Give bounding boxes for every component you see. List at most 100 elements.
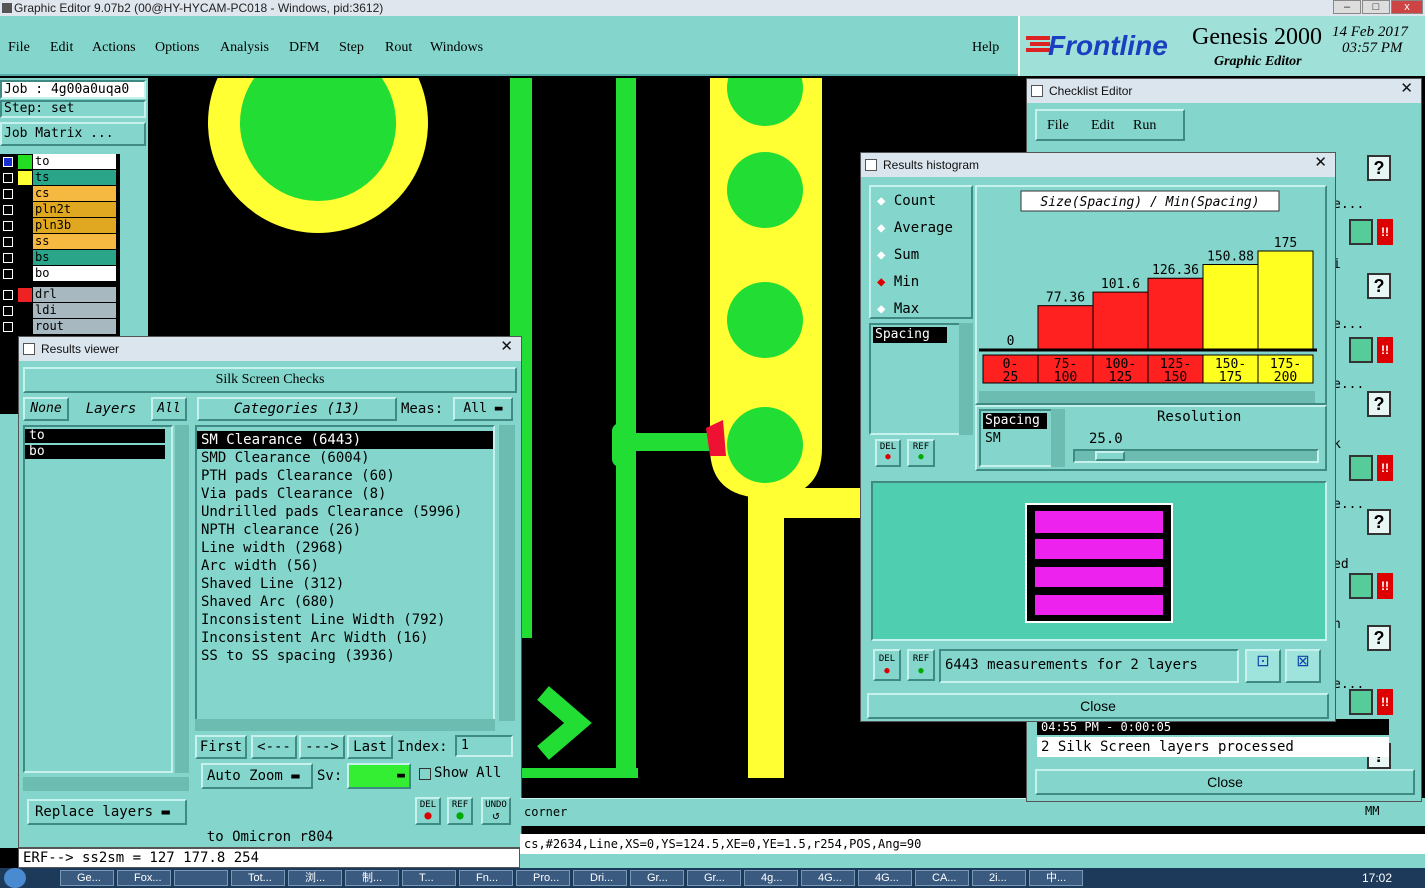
preview-del-button[interactable]: DEL ●: [873, 649, 901, 681]
radio-icon[interactable]: ◆: [877, 274, 885, 290]
mode-option-average[interactable]: ◆ Average: [877, 220, 953, 236]
magnifier-icon[interactable]: [1349, 689, 1373, 715]
magnifier-icon[interactable]: [1349, 337, 1373, 363]
layer-name[interactable]: bs: [33, 250, 116, 265]
taskbar-item[interactable]: Ge...: [60, 870, 114, 886]
layer-row-to[interactable]: to: [0, 154, 118, 170]
info-icon[interactable]: ?: [1367, 273, 1391, 299]
menu-windows[interactable]: Windows: [430, 40, 483, 56]
taskbar-item[interactable]: Fox...: [117, 870, 171, 886]
category-item[interactable]: NPTH clearance (26): [197, 521, 493, 539]
result-layer-item[interactable]: to: [25, 429, 165, 443]
layer-row-bo[interactable]: bo: [0, 266, 118, 282]
layer-results-list[interactable]: to bo: [23, 425, 173, 773]
histogram-close-button[interactable]: Close: [867, 693, 1329, 719]
first-button[interactable]: First: [195, 735, 247, 759]
histogram-hscroll[interactable]: [979, 391, 1315, 403]
layer-checkbox[interactable]: [3, 290, 13, 300]
resolution-list-item-sm[interactable]: SM: [983, 431, 1047, 447]
close-icon[interactable]: ✕: [500, 337, 513, 355]
category-item[interactable]: Arc width (56): [197, 557, 493, 575]
magnifier-icon[interactable]: [1349, 219, 1373, 245]
result-layer-item[interactable]: bo: [25, 445, 165, 459]
start-button[interactable]: [4, 868, 26, 888]
last-button[interactable]: Last: [347, 735, 393, 759]
resolution-list-scrollbar[interactable]: [1051, 409, 1065, 467]
resolution-list-item-spacing[interactable]: Spacing: [983, 413, 1047, 429]
mode-option-max[interactable]: ◆ Max: [877, 301, 919, 317]
close-icon[interactable]: ✕: [1400, 79, 1413, 97]
layer-color-swatch[interactable]: [18, 155, 32, 169]
layer-row-pln3b[interactable]: pln3b: [0, 218, 118, 234]
layer-color-swatch[interactable]: [18, 171, 32, 185]
auto-zoom-dropdown[interactable]: Auto Zoom ▬: [201, 763, 313, 789]
resolution-slider-thumb[interactable]: [1095, 451, 1125, 461]
layer-name[interactable]: ts: [33, 170, 116, 185]
index-input[interactable]: 1: [455, 735, 513, 757]
hist-del-button[interactable]: DEL ●: [875, 439, 901, 467]
taskbar-item[interactable]: [174, 870, 228, 886]
layer-color-swatch[interactable]: [18, 267, 32, 281]
layer-color-swatch[interactable]: [18, 187, 32, 201]
layer-row-drl[interactable]: drl: [0, 287, 118, 303]
checklist-menu-edit[interactable]: Edit: [1091, 118, 1114, 134]
layer-name[interactable]: pln2t: [33, 202, 116, 217]
taskbar-item[interactable]: 中...: [1029, 870, 1083, 886]
layer-row-cs[interactable]: cs: [0, 186, 118, 202]
layer-checkbox[interactable]: [3, 237, 13, 247]
radio-icon[interactable]: ◆: [877, 247, 885, 263]
close-window-button[interactable]: x: [1391, 0, 1423, 14]
taskbar-item[interactable]: Fn...: [459, 870, 513, 886]
category-item[interactable]: Shaved Line (312): [197, 575, 493, 593]
layer-checkbox[interactable]: [3, 157, 13, 167]
meas-dropdown[interactable]: All ▬: [453, 397, 513, 421]
layer-checkbox[interactable]: [3, 205, 13, 215]
layer-checkbox[interactable]: [3, 173, 13, 183]
taskbar-item[interactable]: 4G...: [858, 870, 912, 886]
layer-list-scrollbar[interactable]: [175, 425, 189, 773]
layer-name[interactable]: rout: [33, 319, 116, 334]
info-icon[interactable]: ?: [1367, 625, 1391, 651]
radio-icon[interactable]: ◆: [877, 193, 885, 209]
all-button[interactable]: All: [151, 397, 187, 421]
category-item[interactable]: SM Clearance (6443): [197, 431, 493, 449]
alert-icon[interactable]: !!: [1377, 689, 1393, 715]
hist-ref-button[interactable]: REF ●: [907, 439, 935, 467]
resolution-slider[interactable]: [1073, 449, 1319, 463]
prev-button[interactable]: <---: [251, 735, 297, 759]
layer-checkbox[interactable]: [3, 269, 13, 279]
radio-icon[interactable]: ◆: [877, 220, 885, 236]
del-button[interactable]: DEL ●: [415, 797, 441, 825]
menu-actions[interactable]: Actions: [92, 40, 136, 56]
alert-icon[interactable]: !!: [1377, 573, 1393, 599]
category-hscrollbar[interactable]: [195, 719, 495, 731]
alert-icon[interactable]: !!: [1377, 455, 1393, 481]
layer-row-ss[interactable]: ss: [0, 234, 118, 250]
undo-button[interactable]: UNDO ↺: [481, 797, 511, 825]
layer-name[interactable]: to: [33, 154, 116, 169]
taskbar-item[interactable]: 浏...: [288, 870, 342, 886]
category-item[interactable]: Inconsistent Line Width (792): [197, 611, 493, 629]
category-item[interactable]: Via pads Clearance (8): [197, 485, 493, 503]
preview-ref-button[interactable]: REF ●: [907, 649, 935, 681]
layer-color-swatch[interactable]: [18, 288, 32, 302]
layer-row-rout[interactable]: rout: [0, 319, 118, 335]
taskbar-item[interactable]: Gr...: [630, 870, 684, 886]
taskbar-item[interactable]: Pro...: [516, 870, 570, 886]
layer-row-ts[interactable]: ts: [0, 170, 118, 186]
alert-icon[interactable]: !!: [1377, 219, 1393, 245]
radio-icon[interactable]: ◆: [877, 301, 885, 317]
layer-name[interactable]: bo: [33, 266, 116, 281]
layer-list-hscrollbar[interactable]: [23, 777, 189, 791]
layer-checkbox[interactable]: [3, 221, 13, 231]
mode-option-sum[interactable]: ◆ Sum: [877, 247, 919, 263]
taskbar-item[interactable]: 制...: [345, 870, 399, 886]
menu-options[interactable]: Options: [155, 40, 199, 56]
layer-checkbox[interactable]: [3, 189, 13, 199]
layer-name[interactable]: pln3b: [33, 218, 116, 233]
none-button[interactable]: None: [23, 397, 69, 421]
category-item[interactable]: Undrilled pads Clearance (5996): [197, 503, 493, 521]
layer-name[interactable]: ss: [33, 234, 116, 249]
category-item[interactable]: SS to SS spacing (3936): [197, 647, 493, 665]
taskbar-item[interactable]: Gr...: [687, 870, 741, 886]
